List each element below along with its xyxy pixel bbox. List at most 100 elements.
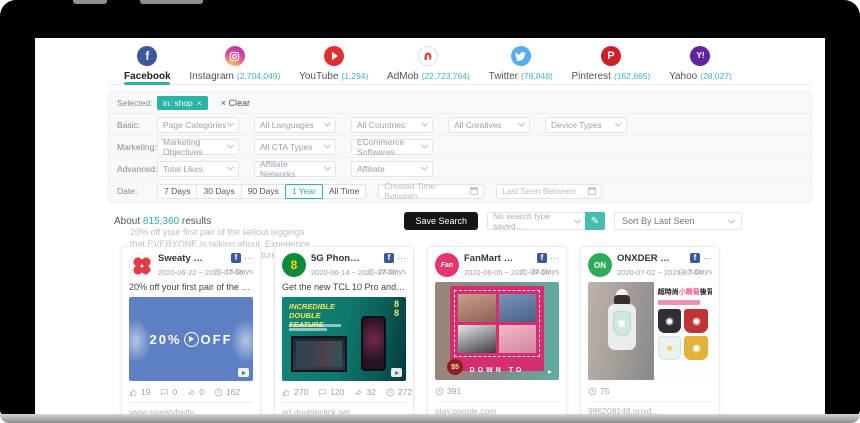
select-ecommerce-softwares[interactable]: ECommerce Softwares [351,139,433,155]
ad-text: Get the new TCL 10 Pro and bag a free TC… [282,282,406,292]
bezel-notch [73,0,107,4]
page-name[interactable]: FanMart Online Shopping - F... [464,253,515,264]
clock-icon [214,388,223,397]
select-total-likes[interactable]: Total Likes [157,161,239,177]
ad-creative-image[interactable]: 超時尚小雛菊後背包 [588,282,712,380]
product-photo [658,336,682,360]
select-languages[interactable]: All Languages [254,117,336,133]
card-header: Fan FanMart Online Shopping - F... 2020-… [435,253,559,277]
tab-instagram[interactable]: Instagram(2,704,049) [189,46,280,85]
twitter-icon [511,46,531,66]
tab-twitter[interactable]: Twitter(78,848) [489,46,553,85]
chevron-down-icon [227,164,234,171]
ad-creative-video[interactable]: $5 DOWN TO [435,282,559,380]
clock-icon [588,387,597,396]
tab-youtube[interactable]: YouTube(1,294) [299,46,368,85]
filter-row-selected: Selected: in: shop × × Clear [109,92,811,114]
tab-label: Facebook [124,71,171,82]
ad-card[interactable]: Fan FanMart Online Shopping - F... 2020-… [427,246,567,414]
date-range-alltime[interactable]: All Time [322,184,366,199]
ad-creative-video[interactable]: 20%OFF [129,297,253,381]
days-active: 5 Days [689,267,712,276]
chip-close-icon[interactable]: × [197,98,202,108]
date-range-30days[interactable]: 30 Days [196,184,241,199]
page-name[interactable]: ONXDER SHOP [617,253,673,264]
facebook-badge-icon: f [384,253,394,263]
chevron-down-icon [324,120,331,127]
ad-card[interactable]: ON ONXDER SHOP 2020-07-02 ~ 2020-07-06 f… [580,246,720,414]
more-menu-icon[interactable]: ··· [397,256,406,260]
filter-row-date: Date: 7 Days 30 Days 90 Days 1 Year All … [109,180,811,202]
product-photo [658,309,682,333]
clock-icon [678,268,686,276]
ad-card[interactable]: Sweaty Betty London | Wom... 2020-06-22 … [121,246,261,414]
card-header: Sweaty Betty London | Wom... 2020-06-22 … [129,253,253,277]
save-search-button[interactable]: Save Search [404,212,478,230]
sort-select[interactable]: Sort By Last Seen [614,212,742,230]
select-marketing-objectives[interactable]: Marketing Objectives [157,139,239,155]
yahoo-icon: Y! [690,46,710,66]
tv-image [291,336,347,372]
comment-count: 120 [330,387,344,397]
date-range-7days[interactable]: 7 Days [157,184,197,199]
ad-creative-video[interactable]: INCREDIBLE DOUBLEFEATURE 88 [282,297,406,381]
filter-row-advanced: Advanced: Total Likes Affiliate Networks… [109,158,811,180]
more-menu-icon[interactable]: ··· [550,256,559,260]
ad-domain[interactable]: 986208148.onxder.com [588,406,662,414]
date-range-segmented: 7 Days 30 Days 90 Days 1 Year All Time [157,184,366,199]
card-header: ON ONXDER SHOP 2020-07-02 ~ 2020-07-06 f… [588,253,712,277]
clear-filters-button[interactable]: × Clear [221,98,250,108]
selected-filter-chip[interactable]: in: shop × [157,96,208,110]
stats-row: 19 0 0 162 [129,387,253,397]
chevron-down-icon [227,120,234,127]
edit-search-type-button[interactable]: ✎ [585,212,605,230]
ad-domain[interactable]: www.sweatybetty.com [129,407,203,414]
calendar-icon [470,187,478,195]
tab-facebook[interactable]: f Facebook [124,46,171,85]
tab-pinterest[interactable]: P Pinterest(162,665) [571,46,650,85]
page-avatar [129,253,153,277]
select-cta-types[interactable]: All CTA Types [254,139,336,155]
select-device-types[interactable]: Device Types [545,117,627,133]
search-type-control: No search type saved .. ✎ [487,212,605,230]
created-time-input[interactable]: Created Time Between [378,184,484,199]
play-button-icon[interactable] [184,332,199,347]
ad-cards-row: 20% off your first pair of the sellout l… [108,246,812,414]
more-menu-icon[interactable]: ··· [244,256,253,260]
product-photo [684,336,708,360]
last-seen-input[interactable]: Last Seen Between [496,184,602,199]
youtube-icon [324,46,344,66]
stats-row: 391 [435,386,559,396]
clock-icon [214,268,222,276]
instagram-icon [225,46,245,66]
date-range: 2020-06-22 ~ 2020-07-06 [158,268,209,277]
tab-yahoo[interactable]: Y! Yahoo(28,027) [669,46,732,85]
select-affiliate-networks[interactable]: Affiliate Networks [254,161,336,177]
page-name[interactable]: 5G Phones, Tablets & SIMs | ... [311,253,362,264]
seen-count: 162 [226,387,240,397]
results-count-text: About 815,360 results [114,216,211,227]
search-type-select[interactable]: No search type saved .. [487,212,585,230]
results-count-number: 815,360 [143,216,179,227]
date-range-1year[interactable]: 1 Year [285,184,323,199]
like-count: 270 [294,387,308,397]
tab-admob[interactable]: AdMob(22,723,764) [387,46,470,85]
ad-domain[interactable]: ad.doubleclick.net [282,407,356,414]
date-range-90days[interactable]: 90 Days [241,184,286,199]
phone-image [361,316,386,371]
select-page-categories[interactable]: Page Categories [157,117,239,133]
facebook-icon: f [137,46,157,66]
ad-domain[interactable]: play.google.com [435,406,509,414]
card-footer: www.sweatybetty.com Use code: POWER20 Sh… [129,402,253,414]
filter-row-basic: Basic: Page Categories All Languages All… [109,114,811,136]
tab-count: (162,665) [614,71,650,81]
ad-card[interactable]: 8 5G Phones, Tablets & SIMs | ... 2020-0… [274,246,414,414]
select-affiliate[interactable]: Affiliate [351,161,433,177]
select-creatives[interactable]: All Creatives [448,117,530,133]
more-menu-icon[interactable]: ··· [703,256,712,260]
page-name[interactable]: Sweaty Betty London | Wom... [158,253,209,264]
laptop-mockup: f Facebook Instagram(2,704,049) YouTube(… [0,0,860,423]
share-count: 0 [199,387,204,397]
select-countries[interactable]: All Countries [351,117,433,133]
chevron-down-icon [324,164,331,171]
